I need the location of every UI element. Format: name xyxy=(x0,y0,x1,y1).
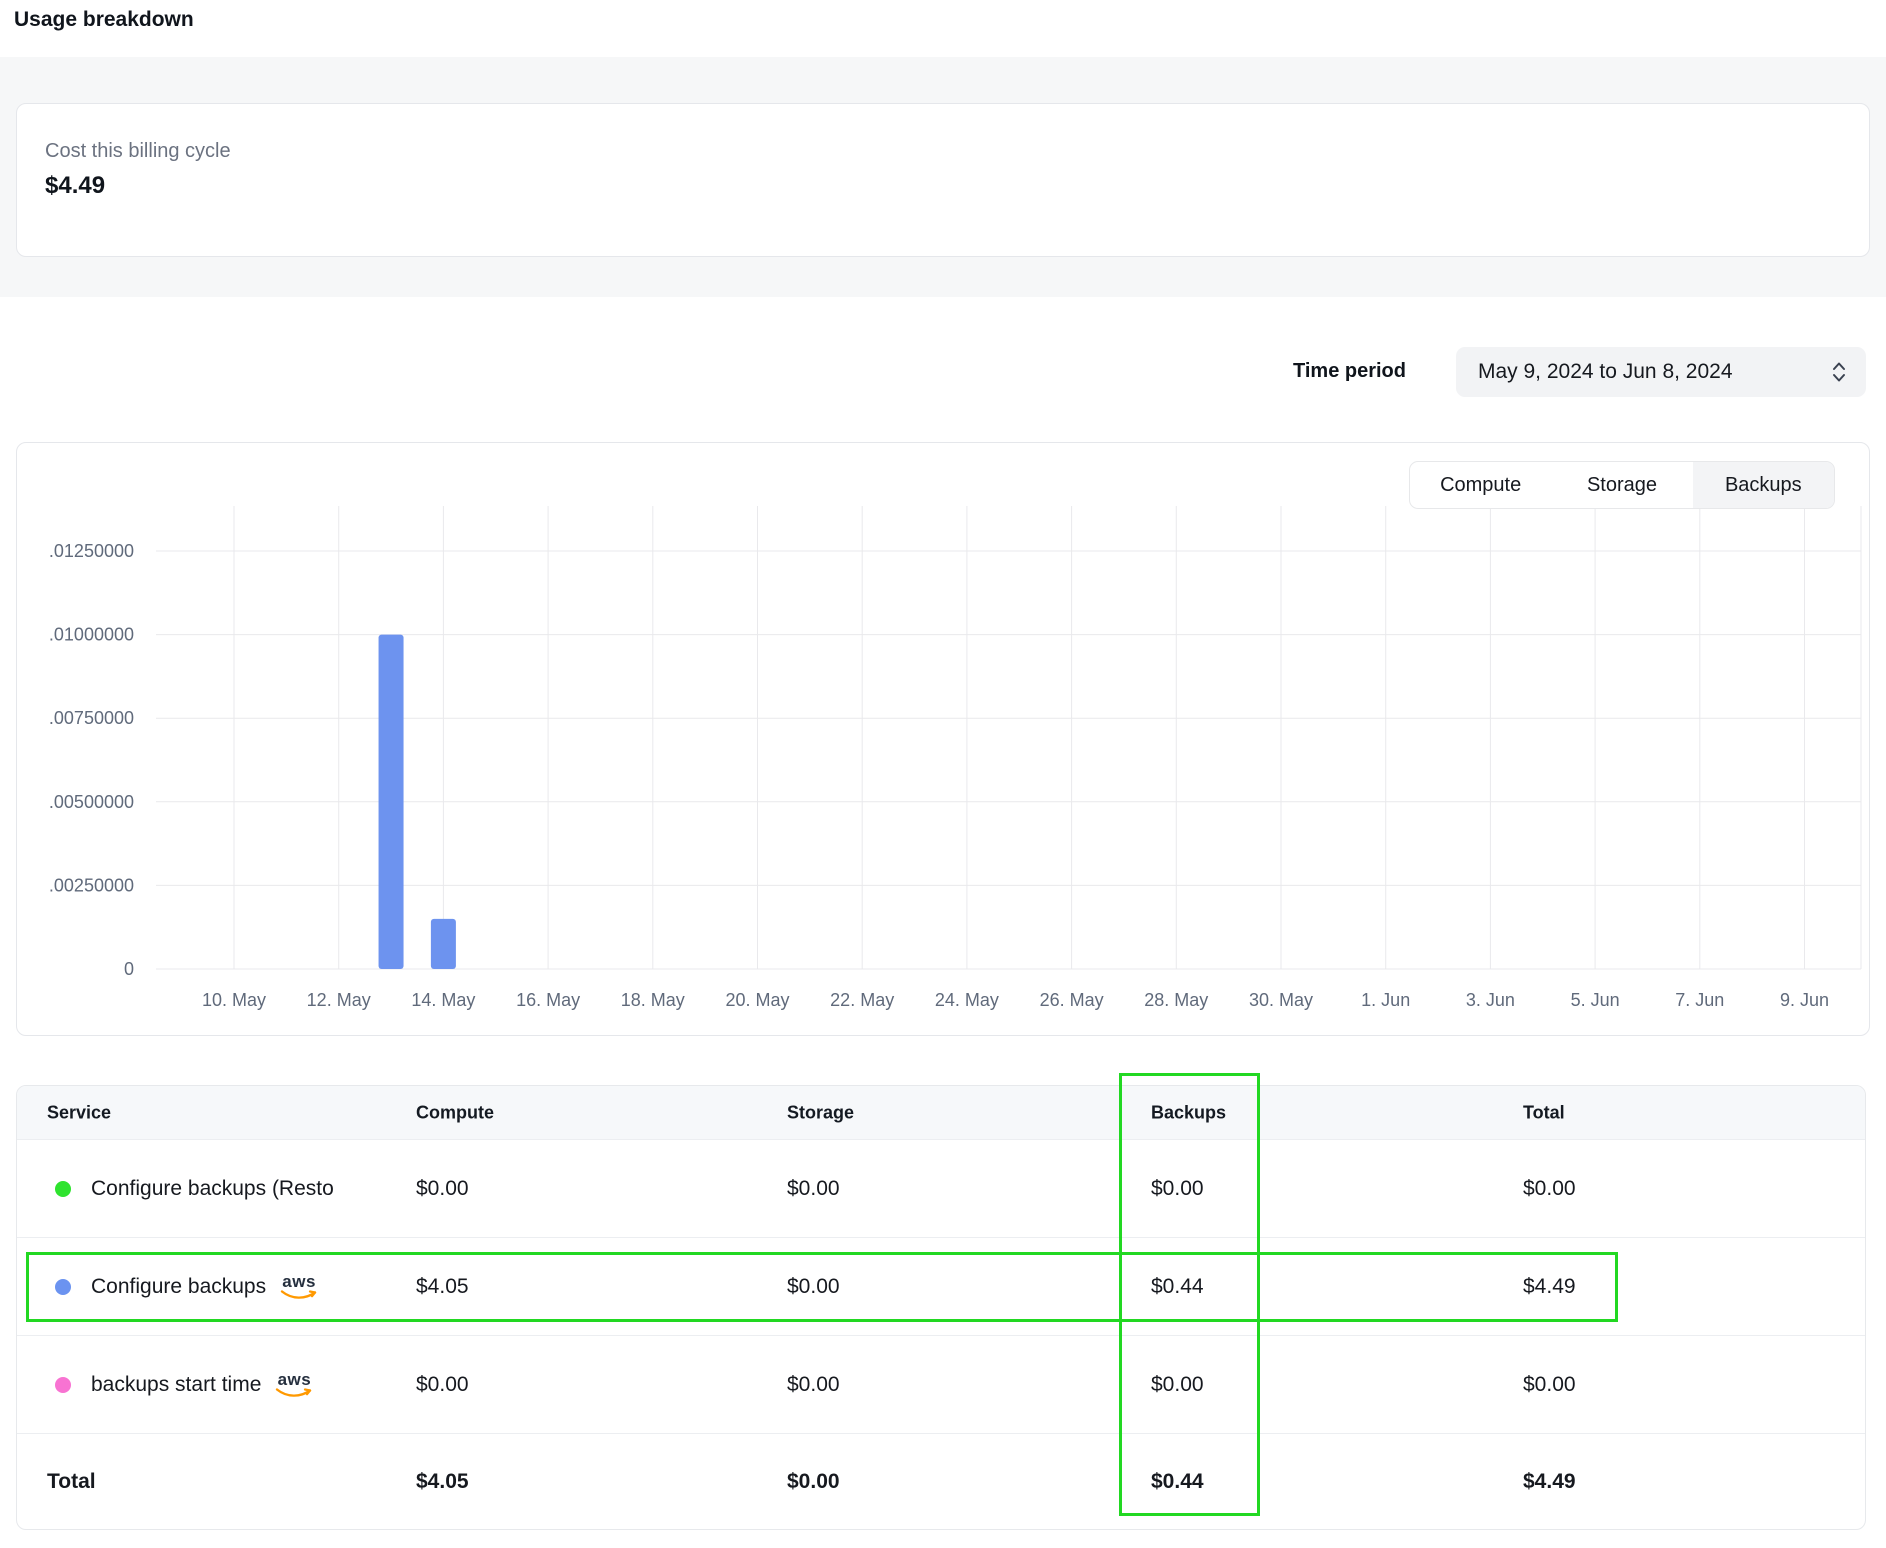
total-row-label: Total xyxy=(47,1470,96,1494)
backups-value: $0.44 xyxy=(1151,1275,1204,1299)
series-color-dot xyxy=(55,1279,71,1295)
table-body: Configure backups (Resto $0.00 $0.00 $0.00 $… xyxy=(17,1140,1865,1530)
cost-cycle-value: $4.49 xyxy=(45,172,105,200)
service-name: Configure backupsaws xyxy=(91,1273,318,1301)
series-color-dot xyxy=(55,1181,71,1197)
y-axis-tick-label: .00250000 xyxy=(49,875,134,895)
x-axis-tick-label: 24. May xyxy=(935,990,999,1010)
x-axis-tick-label: 9. Jun xyxy=(1780,990,1829,1010)
compute-value: $0.00 xyxy=(416,1373,469,1397)
x-axis-tick-label: 1. Jun xyxy=(1361,990,1410,1010)
aws-logo-icon: aws xyxy=(275,1371,313,1399)
column-header-storage: Storage xyxy=(787,1102,854,1123)
chevron-up-down-icon xyxy=(1830,359,1848,385)
y-axis-tick-label: .01000000 xyxy=(49,625,134,645)
compute-total: $4.05 xyxy=(416,1470,469,1494)
tab-storage[interactable]: Storage xyxy=(1551,462,1692,508)
table-header-row: Service Compute Storage Backups Total xyxy=(17,1086,1865,1140)
column-header-service: Service xyxy=(47,1102,111,1123)
tab-compute[interactable]: Compute xyxy=(1410,462,1551,508)
x-axis-tick-label: 10. May xyxy=(202,990,266,1010)
x-axis-tick-label: 18. May xyxy=(621,990,685,1010)
x-axis-tick-label: 28. May xyxy=(1144,990,1208,1010)
table-row: Configure backups (Resto $0.00 $0.00 $0.00 $… xyxy=(17,1140,1865,1238)
time-period-value: May 9, 2024 to Jun 8, 2024 xyxy=(1478,360,1830,384)
y-axis-tick-label: 0 xyxy=(124,959,134,979)
table-total-row: Total $4.05 $0.00 $0.44 $4.49 xyxy=(17,1434,1865,1530)
cost-card: Cost this billing cycle $4.49 xyxy=(16,103,1870,257)
backups-total: $0.44 xyxy=(1151,1470,1204,1494)
backups-value: $0.00 xyxy=(1151,1373,1204,1397)
bar-13-May xyxy=(379,635,404,969)
y-axis-tick-label: .00750000 xyxy=(49,708,134,728)
x-axis-tick-label: 20. May xyxy=(725,990,789,1010)
x-axis-tick-label: 30. May xyxy=(1249,990,1313,1010)
y-axis-tick-label: .01250000 xyxy=(49,541,134,561)
time-period-select[interactable]: May 9, 2024 to Jun 8, 2024 xyxy=(1456,347,1866,397)
column-header-backups: Backups xyxy=(1151,1102,1226,1123)
backups-value: $0.00 xyxy=(1151,1177,1204,1201)
total-value: $0.00 xyxy=(1523,1373,1576,1397)
tab-backups[interactable]: Backups xyxy=(1693,462,1834,508)
x-axis-tick-label: 22. May xyxy=(830,990,894,1010)
x-axis-tick-label: 7. Jun xyxy=(1675,990,1724,1010)
grand-total: $4.49 xyxy=(1523,1470,1576,1494)
storage-value: $0.00 xyxy=(787,1373,840,1397)
column-header-total: Total xyxy=(1523,1102,1565,1123)
x-axis-tick-label: 26. May xyxy=(1040,990,1104,1010)
service-name: backups start timeaws xyxy=(91,1371,313,1399)
x-axis-tick-label: 14. May xyxy=(411,990,475,1010)
column-header-compute: Compute xyxy=(416,1102,494,1123)
chart-tabs: ComputeStorageBackups xyxy=(1409,461,1835,509)
compute-value: $0.00 xyxy=(416,1177,469,1201)
y-axis-tick-label: .00500000 xyxy=(49,792,134,812)
compute-value: $4.05 xyxy=(416,1275,469,1299)
table-row: backups start timeaws $0.00 $0.00 $0.00 $0.0… xyxy=(17,1336,1865,1434)
usage-chart: .01250000 .01000000 .00750000 .00500000 .002… xyxy=(17,443,1871,1037)
total-value: $0.00 xyxy=(1523,1177,1576,1201)
bar-14-May xyxy=(431,919,456,969)
storage-value: $0.00 xyxy=(787,1177,840,1201)
cost-cycle-label: Cost this billing cycle xyxy=(45,140,231,163)
storage-total: $0.00 xyxy=(787,1470,840,1494)
table-row: Configure backupsaws $4.05 $0.00 $0.44 $4.49 xyxy=(17,1238,1865,1336)
x-axis-tick-label: 16. May xyxy=(516,990,580,1010)
x-axis-tick-label: 12. May xyxy=(307,990,371,1010)
usage-chart-card: .01250000 .01000000 .00750000 .00500000 .002… xyxy=(16,442,1870,1036)
usage-table: Service Compute Storage Backups Total Config… xyxy=(16,1085,1866,1530)
service-name: Configure backups (Resto xyxy=(91,1177,334,1201)
series-color-dot xyxy=(55,1377,71,1393)
x-axis-tick-label: 5. Jun xyxy=(1571,990,1620,1010)
page-title: Usage breakdown xyxy=(14,8,194,32)
time-period-label: Time period xyxy=(1293,360,1406,383)
aws-logo-icon: aws xyxy=(280,1273,318,1301)
x-axis-tick-label: 3. Jun xyxy=(1466,990,1515,1010)
total-value: $4.49 xyxy=(1523,1275,1576,1299)
storage-value: $0.00 xyxy=(787,1275,840,1299)
